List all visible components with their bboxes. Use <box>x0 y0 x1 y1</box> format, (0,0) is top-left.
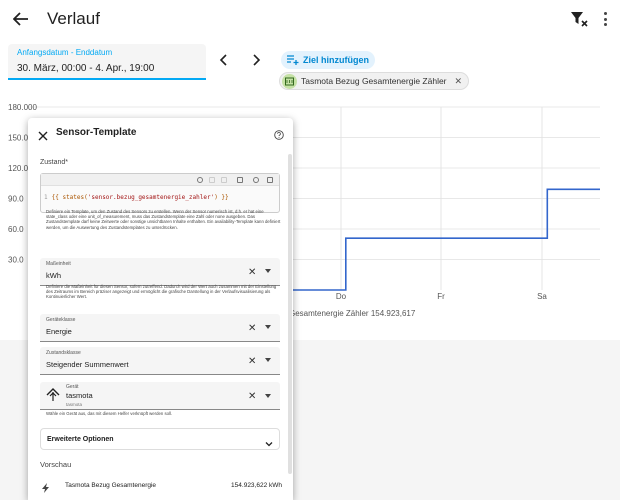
entity-chip-label: Tasmota Bezug Gesamtenergie Zähler <box>301 76 447 86</box>
sensor-template-dialog: Sensor-Template Zustand* 1{{ states('sen… <box>28 118 293 500</box>
series-line <box>290 188 600 291</box>
date-range-label: Anfangsdatum - Enddatum <box>17 48 113 57</box>
dialog-scrollbar[interactable] <box>288 154 292 474</box>
chevron-down-icon <box>265 435 273 447</box>
state-template-editor[interactable]: 1{{ states('sensor.bezug_gesamtenergie_z… <box>40 173 280 213</box>
code-line: 1{{ states('sensor.bezug_gesamtenergie_z… <box>44 194 229 201</box>
clear-filter-icon[interactable] <box>570 10 588 28</box>
clear-icon[interactable]: ✕ <box>248 356 256 367</box>
clear-icon[interactable]: ✕ <box>248 323 256 334</box>
preview-entity-value: 154.923,622 kWh <box>231 482 282 489</box>
x-tick-label: Sa <box>537 292 547 301</box>
close-icon[interactable] <box>38 128 48 141</box>
preview-row: Tasmota Bezug Gesamtenergie 154.923,622 … <box>40 480 282 493</box>
history-controls: Anfangsdatum - Enddatum 30. März, 00:00 … <box>0 38 620 100</box>
more-vert-icon[interactable] <box>600 10 610 28</box>
page-title: Verlauf <box>47 9 100 28</box>
unit-helper-text: Definiere die Maßeinheit für diesen Sens… <box>46 284 277 300</box>
state-class-select[interactable]: Zustandsklasse Steigender Summenwert ✕ <box>40 347 280 375</box>
tasmota-logo-icon <box>46 388 60 402</box>
clear-icon[interactable]: ✕ <box>248 391 256 402</box>
playlist-add-icon <box>287 55 299 65</box>
lightning-bolt-icon <box>42 480 50 493</box>
editor-toolbar <box>41 174 279 186</box>
state-label: Zustand* <box>40 159 69 166</box>
unit-select[interactable]: Maßeinheit kWh ✕ <box>40 258 280 286</box>
search-icon[interactable] <box>253 177 259 183</box>
device-helper-text: Wähle ein Gerät aus, das mit diesem Helf… <box>46 411 173 416</box>
y-tick-label: 30.0 <box>8 256 24 265</box>
back-arrow-icon[interactable] <box>10 8 32 30</box>
y-tick-label: 120.0 <box>8 164 29 173</box>
device-picker[interactable]: Gerät tasmota tasmota ✕ <box>40 382 280 410</box>
add-target-label: Ziel hinzufügen <box>303 55 369 65</box>
date-range-picker[interactable]: Anfangsdatum - Enddatum 30. März, 00:00 … <box>8 44 206 80</box>
dropdown-arrow-icon[interactable] <box>265 394 271 398</box>
y-tick-label: 180.000 <box>8 103 37 112</box>
device-class-select[interactable]: Geräteklasse Energie ✕ <box>40 314 280 342</box>
dropdown-arrow-icon[interactable] <box>265 358 271 362</box>
date-range-value: 30. März, 00:00 - 4. Apr., 19:00 <box>17 63 155 74</box>
preview-entity-name: Tasmota Bezug Gesamtenergie <box>65 482 157 489</box>
chart-legend[interactable]: Gesamtenergie Zähler 154.923,617 <box>289 309 415 318</box>
dropdown-arrow-icon[interactable] <box>265 325 271 329</box>
top-app-bar: Verlauf <box>0 0 620 38</box>
x-tick-label: Fr <box>437 292 445 301</box>
chip-remove-icon[interactable]: ✕ <box>455 76 463 87</box>
fullscreen-icon[interactable] <box>267 177 273 183</box>
chevron-left-icon[interactable] <box>218 53 230 66</box>
entity-chip[interactable]: Tasmota Bezug Gesamtenergie Zähler ✕ <box>279 72 470 90</box>
x-tick-label: Do <box>336 292 347 301</box>
entity-icon[interactable] <box>197 177 203 183</box>
y-tick-label: 90.0 <box>8 195 24 204</box>
advanced-options-expander[interactable]: Erweiterte Optionen <box>40 428 280 450</box>
clear-icon[interactable]: ✕ <box>248 267 256 278</box>
help-circle-icon[interactable] <box>274 127 284 140</box>
dialog-title: Sensor-Template <box>56 127 137 138</box>
preview-label: Vorschau <box>40 460 72 469</box>
state-helper-text: Definiere ein Template, um den Zustand d… <box>46 209 281 230</box>
undo-icon[interactable] <box>209 177 215 183</box>
y-tick-label: 60.0 <box>8 225 24 234</box>
add-target-button[interactable]: Ziel hinzufügen <box>281 51 375 69</box>
redo-icon[interactable] <box>221 177 227 183</box>
copy-icon[interactable] <box>237 177 243 183</box>
y-tick-label: 150.0 <box>8 134 29 143</box>
dropdown-arrow-icon[interactable] <box>265 269 271 273</box>
counter-icon <box>282 73 297 89</box>
chevron-right-icon[interactable] <box>250 53 262 66</box>
